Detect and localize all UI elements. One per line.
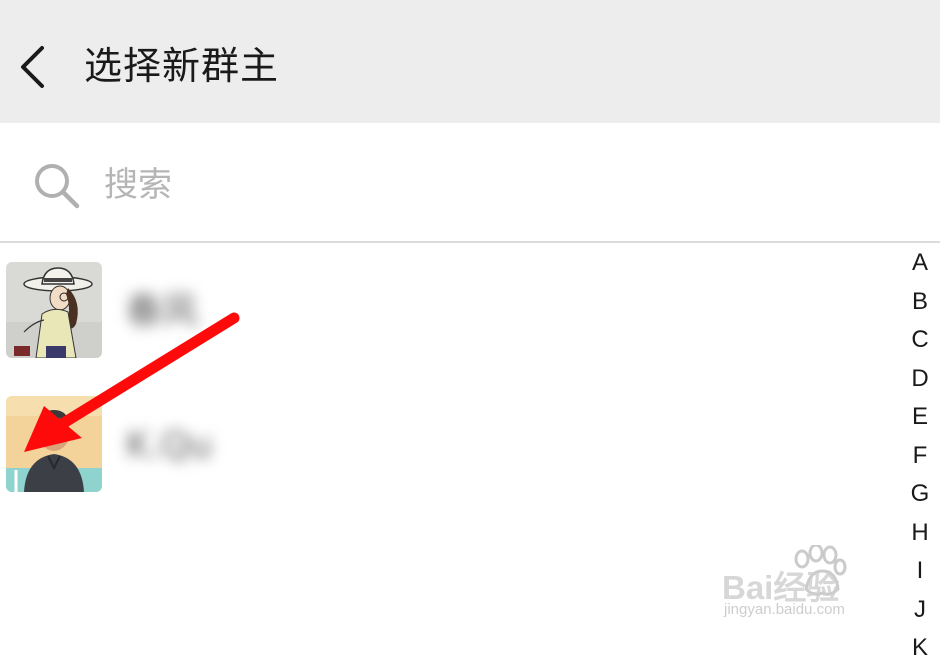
top-bar: 选择新群主 — [0, 0, 940, 123]
watermark: Bai经验 jingyan.baidu.com — [722, 545, 892, 625]
alphabet-index[interactable]: A B C D E F G H I J K — [900, 244, 940, 668]
contact-name: 春风 — [126, 291, 199, 332]
contact-name: K.Qu — [126, 425, 213, 466]
contact-row[interactable]: K.Qu — [0, 396, 900, 496]
avatar — [6, 396, 102, 492]
index-letter-f[interactable]: F — [900, 437, 940, 476]
index-letter-j[interactable]: J — [900, 591, 940, 630]
index-letter-c[interactable]: C — [900, 321, 940, 360]
avatar — [6, 262, 102, 358]
index-letter-h[interactable]: H — [900, 514, 940, 553]
page-title: 选择新群主 — [84, 44, 280, 88]
index-letter-i[interactable]: I — [900, 552, 940, 591]
search-input[interactable] — [104, 159, 864, 211]
watermark-url: jingyan.baidu.com — [724, 601, 845, 618]
contact-row[interactable]: 春风 — [0, 262, 900, 362]
index-letter-b[interactable]: B — [900, 283, 940, 322]
index-letter-g[interactable]: G — [900, 475, 940, 514]
index-letter-e[interactable]: E — [900, 398, 940, 437]
index-letter-k[interactable]: K — [900, 629, 940, 668]
chevron-left-icon — [21, 46, 44, 88]
search-bar — [0, 123, 940, 243]
back-button[interactable] — [14, 44, 54, 90]
index-letter-a[interactable]: A — [900, 244, 940, 283]
index-letter-d[interactable]: D — [900, 360, 940, 399]
search-icon — [35, 164, 80, 209]
